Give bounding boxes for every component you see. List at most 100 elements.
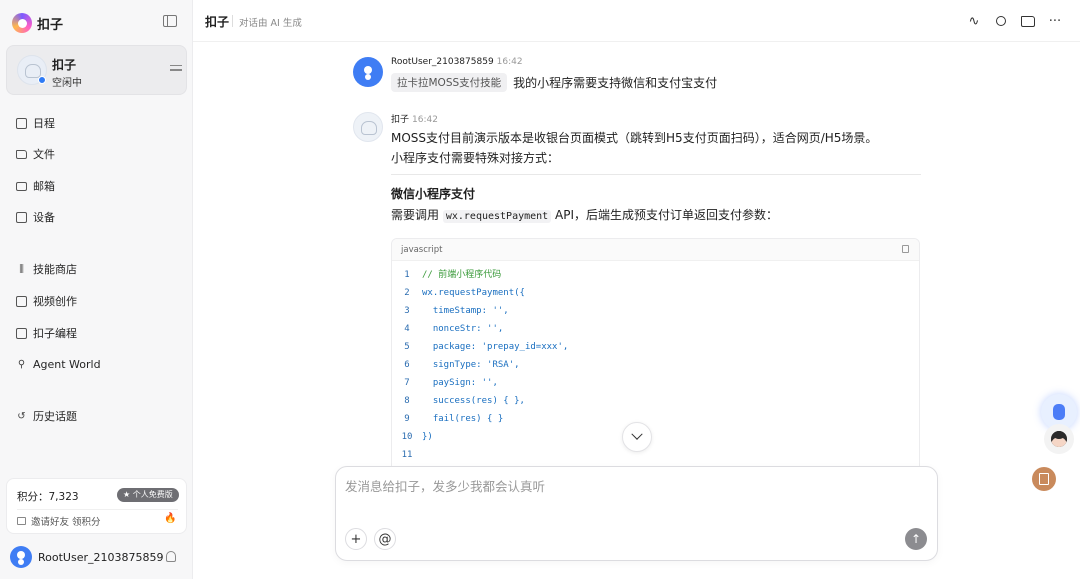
line-number: 8 bbox=[404, 396, 410, 406]
code-icon bbox=[16, 327, 27, 339]
mention-button[interactable]: @ bbox=[374, 528, 396, 550]
code-lines: 1 // 前端小程序代码 2 wx.requestPayment({ 3 timeSta… bbox=[392, 261, 919, 464]
sidebar-item-label: Agent World bbox=[33, 357, 101, 371]
sidebar-item-video[interactable]: 视频创作 bbox=[16, 291, 77, 311]
code-block: javascript 1 // 前端小程序代码 2 wx.requestPayment… bbox=[391, 238, 920, 478]
chat-area: RootUser_2103875859 16:42 拉卡拉MOSS支付技能 我的小… bbox=[193, 42, 1080, 579]
scroll-down-button[interactable] bbox=[622, 422, 652, 452]
agent-name: 扣子 bbox=[52, 58, 77, 72]
code-text: success(res) { }, bbox=[422, 396, 525, 406]
line-number: 10 bbox=[401, 432, 413, 442]
message-composer: + @ ↑ bbox=[335, 466, 938, 561]
message-content: 拉卡拉MOSS支付技能 我的小程序需要支持微信和支付宝支付 bbox=[391, 73, 717, 92]
sidebar-item-skill-store[interactable]: ⫼ 技能商店 bbox=[16, 259, 77, 279]
sidebar-item-history[interactable]: ↺ 历史话题 bbox=[16, 406, 77, 426]
sender-name: 扣子 bbox=[391, 115, 410, 125]
sidebar: 扣子 扣子 空闲中 日程 文件 邮箱 设备 ⫼ 技能商店 视频创作 扣子编程 ⚲… bbox=[0, 0, 193, 579]
divider bbox=[232, 15, 233, 27]
sidebar-item-agent-world[interactable]: ⚲ Agent World bbox=[16, 354, 101, 374]
sidebar-item-label: 历史话题 bbox=[33, 410, 77, 423]
folder-icon bbox=[16, 149, 27, 159]
skill-tag[interactable]: 拉卡拉MOSS支付技能 bbox=[391, 73, 508, 92]
sidebar-item-devices[interactable]: 设备 bbox=[16, 207, 55, 227]
code-text: // 前端小程序代码 bbox=[422, 270, 502, 280]
history-icon: ↺ bbox=[17, 410, 26, 422]
code-line: 5 package: 'prepay_id=xxx', bbox=[392, 338, 919, 356]
character-float-icon[interactable] bbox=[1044, 424, 1074, 454]
line-number: 2 bbox=[404, 288, 410, 298]
sidebar-collapse-icon[interactable] bbox=[163, 15, 177, 27]
message-time: 16:42 bbox=[496, 57, 523, 67]
user-message: RootUser_2103875859 16:42 拉卡拉MOSS支付技能 我的小… bbox=[353, 57, 923, 97]
send-button[interactable]: ↑ bbox=[905, 528, 927, 550]
sidebar-item-label: 技能商店 bbox=[33, 263, 77, 276]
sidebar-item-label: 视频创作 bbox=[33, 295, 77, 308]
invite-link[interactable]: 邀请好友 领积分 bbox=[17, 514, 101, 528]
sidebar-item-label: 文件 bbox=[33, 148, 55, 161]
agent-status: 空闲中 bbox=[52, 78, 82, 89]
message-body: MOSS支付目前演示版本是收银台页面模式（跳转到H5支付页面扫码），适合网页/H… bbox=[391, 128, 921, 227]
text: API，后端生成预支付订单返回支付参数： bbox=[555, 208, 779, 222]
sidebar-item-mail[interactable]: 邮箱 bbox=[16, 176, 55, 196]
line-number: 3 bbox=[404, 306, 410, 316]
logo-icon bbox=[12, 13, 32, 33]
paragraph: 小程序支付需要特殊对接方式： bbox=[391, 151, 560, 165]
bot-avatar bbox=[353, 112, 383, 142]
code-text: nonceStr: '', bbox=[422, 324, 509, 334]
search-icon[interactable] bbox=[993, 13, 1009, 29]
bell-icon[interactable] bbox=[166, 551, 176, 562]
code-language: javascript bbox=[401, 245, 443, 255]
plan-badge[interactable]: ★ 个人免费版 bbox=[117, 488, 179, 502]
code-text: }) bbox=[422, 432, 433, 442]
settings-sliders-icon[interactable] bbox=[170, 65, 182, 75]
code-text: wx.requestPayment({ bbox=[422, 288, 525, 298]
divider bbox=[391, 174, 921, 175]
line-number: 1 bbox=[404, 270, 410, 280]
line-number: 6 bbox=[404, 360, 410, 370]
code-text: package: 'prepay_id=xxx', bbox=[422, 342, 569, 352]
message-input[interactable] bbox=[345, 479, 925, 494]
code-text: fail(res) { } bbox=[422, 414, 504, 424]
sidebar-item-files[interactable]: 文件 bbox=[16, 144, 55, 164]
code-line: 2 wx.requestPayment({ bbox=[392, 284, 919, 302]
message-text: 我的小程序需要支持微信和支付宝支付 bbox=[513, 76, 718, 90]
person-icon: ⚲ bbox=[17, 358, 26, 370]
folder-icon[interactable] bbox=[1020, 13, 1036, 29]
library-icon: ⫼ bbox=[19, 263, 24, 275]
code-line: 3 timeStamp: '', bbox=[392, 302, 919, 320]
sidebar-item-coding[interactable]: 扣子编程 bbox=[16, 323, 77, 343]
avatar bbox=[10, 546, 32, 568]
notes-float-icon[interactable] bbox=[1032, 467, 1056, 491]
sender-name: RootUser_2103875859 bbox=[391, 57, 494, 67]
code-line: 1 // 前端小程序代码 bbox=[392, 266, 919, 284]
add-button[interactable]: + bbox=[345, 528, 367, 550]
paragraph: MOSS支付目前演示版本是收银台页面模式（跳转到H5支付页面扫码），适合网页/H… bbox=[391, 131, 878, 145]
user-profile[interactable]: RootUser_2103875859 bbox=[10, 546, 163, 568]
video-icon bbox=[16, 295, 27, 307]
code-line: 6 signType: 'RSA', bbox=[392, 356, 919, 374]
invite-label: 邀请好友 领积分 bbox=[31, 517, 101, 528]
user-name: RootUser_2103875859 bbox=[38, 550, 164, 564]
activity-icon[interactable]: ∿ bbox=[966, 13, 982, 29]
code-line: 4 nonceStr: '', bbox=[392, 320, 919, 338]
points-card: 积分：7,323 ★ 个人免费版 邀请好友 领积分 🔥 bbox=[6, 478, 187, 534]
gift-icon bbox=[17, 517, 26, 525]
sidebar-item-label: 扣子编程 bbox=[33, 327, 77, 340]
avatar bbox=[353, 57, 383, 87]
line-number: 9 bbox=[404, 414, 410, 424]
fire-icon: 🔥 bbox=[164, 513, 177, 524]
app-logo[interactable]: 扣子 bbox=[12, 12, 63, 34]
agent-card[interactable]: 扣子 空闲中 bbox=[6, 45, 187, 95]
device-icon bbox=[16, 211, 27, 223]
code-text: timeStamp: '', bbox=[422, 306, 515, 316]
copy-icon[interactable] bbox=[902, 245, 909, 253]
more-icon[interactable]: ··· bbox=[1047, 13, 1063, 29]
code-text: paySign: '', bbox=[422, 378, 498, 388]
status-dot bbox=[38, 76, 46, 84]
inline-code: wx.requestPayment bbox=[442, 210, 552, 223]
code-line: 11 bbox=[392, 446, 919, 464]
sidebar-item-schedule[interactable]: 日程 bbox=[16, 113, 55, 133]
sidebar-item-label: 设备 bbox=[33, 211, 55, 224]
message-meta: RootUser_2103875859 16:42 bbox=[391, 57, 523, 67]
page-subtitle: 对话由 AI 生成 bbox=[239, 18, 302, 29]
